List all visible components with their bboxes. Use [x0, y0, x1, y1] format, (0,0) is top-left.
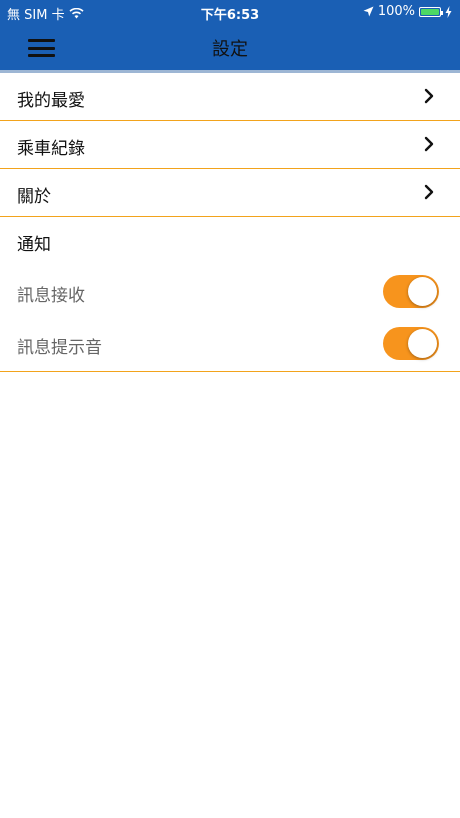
section-title: 通知 — [17, 235, 51, 255]
toggle-knob — [408, 277, 437, 306]
chevron-right-icon — [424, 184, 434, 200]
row-favorites[interactable]: 我的最愛 — [0, 73, 460, 121]
toggle-row-message-receive: 訊息接收 — [0, 272, 460, 312]
battery-percent: 100% — [377, 4, 415, 19]
toggle-row-message-sound: 訊息提示音 — [0, 324, 460, 364]
battery-icon — [419, 6, 443, 17]
row-label: 乘車紀錄 — [17, 139, 85, 159]
chevron-right-icon — [424, 136, 434, 152]
message-sound-toggle[interactable] — [383, 327, 439, 360]
charging-bolt-icon — [445, 5, 452, 18]
toggle-knob — [408, 329, 437, 358]
settings-list: 我的最愛 乘車紀錄 關於 通知 訊息接收 訊息提示音 — [0, 73, 460, 372]
nav-bar: 設定 — [0, 24, 460, 72]
status-bar: 無 SIM 卡 下午6:53 100% — [0, 0, 460, 24]
chevron-right-icon — [424, 88, 434, 104]
battery-cap — [441, 10, 443, 15]
notification-section: 通知 訊息接收 訊息提示音 — [0, 217, 460, 372]
battery-fill — [421, 8, 439, 15]
row-label: 我的最愛 — [17, 91, 85, 111]
page-title: 設定 — [212, 39, 248, 60]
location-arrow-icon — [363, 6, 374, 17]
row-label: 關於 — [17, 187, 51, 207]
message-receive-toggle[interactable] — [383, 275, 439, 308]
toggle-label: 訊息提示音 — [17, 338, 102, 358]
toggle-label: 訊息接收 — [17, 286, 85, 306]
row-about[interactable]: 關於 — [0, 169, 460, 217]
row-ride-history[interactable]: 乘車紀錄 — [0, 121, 460, 169]
status-right: 100% — [363, 4, 452, 19]
